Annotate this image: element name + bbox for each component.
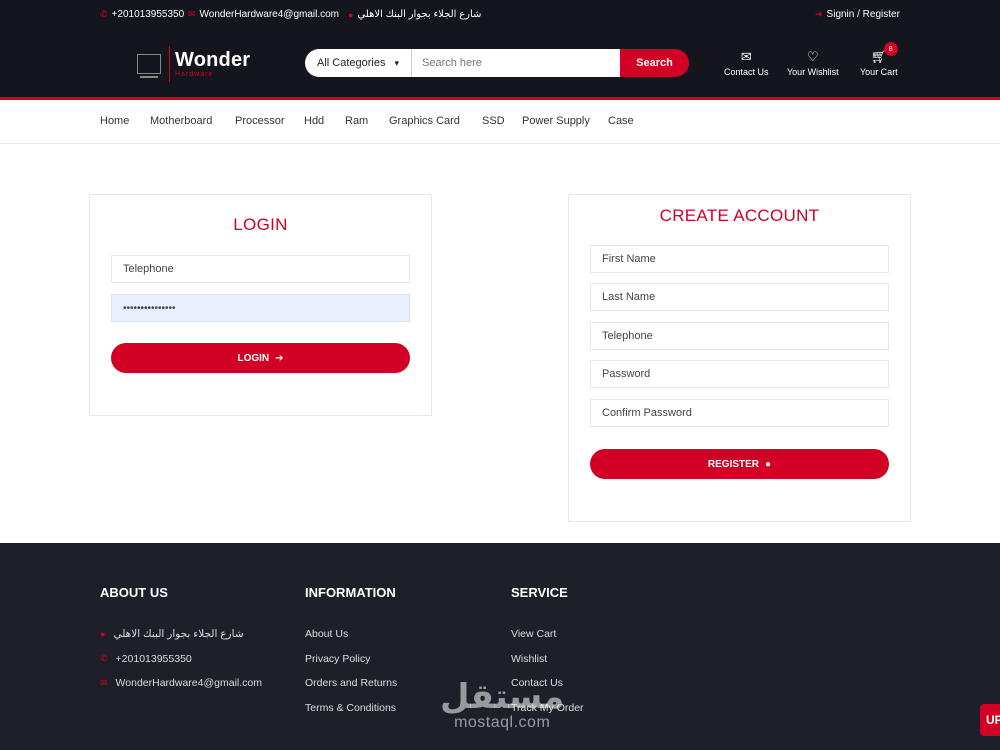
cart-count-badge: 8 [883, 42, 898, 56]
login-title: LOGIN [233, 215, 288, 234]
footer-phone-text: +201013955350 [115, 652, 192, 665]
nav-item-ram[interactable]: Ram [345, 115, 368, 127]
envelope-icon: ✉ [188, 9, 196, 19]
register-button-label: REGISTER [707, 458, 760, 470]
wishlist-label: Your Wishlist [787, 67, 839, 77]
footer-address-text: شارع الجلاء بجوار البنك الاهلي [113, 628, 244, 641]
category-nav: Home Motherboard Processor Hdd Ram Graph… [0, 100, 1000, 144]
contact-us-link[interactable]: ✉ Contact Us [724, 49, 769, 77]
envelope-icon: ✉ [740, 49, 752, 64]
last-name-field[interactable]: Last Name [590, 283, 889, 311]
login-button[interactable]: LOGIN ➔ [111, 343, 410, 373]
footer-address: ● شارع الجلاء بجوار البنك الاهلي [100, 622, 262, 647]
footer-about-title: ABOUT US [100, 585, 168, 600]
footer-email-text: WonderHardware4@gmail.com [115, 677, 262, 690]
cart-label: Your Cart [860, 67, 898, 77]
nav-item-case[interactable]: Case [608, 115, 634, 127]
laptop-logo-icon [137, 54, 161, 78]
heart-icon: ♡ [807, 49, 819, 64]
chevron-down-icon: ▾ [394, 57, 399, 68]
signin-register-link[interactable]: ➜ Signin / Register [815, 9, 900, 20]
category-select-value: All Categories [317, 57, 386, 69]
register-telephone-field[interactable]: Telephone [590, 322, 889, 350]
footer-information: INFORMATION About Us Privacy Policy Orde… [305, 585, 397, 720]
footer-link-view-cart[interactable]: View Cart [511, 622, 584, 647]
wishlist-link[interactable]: ♡ Your Wishlist [787, 49, 839, 77]
cart-link[interactable]: 🛒︎ Your Cart 8 [860, 42, 898, 77]
search-bar: All Categories ▾ Search [305, 49, 689, 77]
logo-subtext: Hardware [175, 71, 214, 78]
nav-item-home[interactable]: Home [100, 115, 129, 127]
nav-item-processor[interactable]: Processor [235, 115, 285, 127]
footer-about: ABOUT US ● شارع الجلاء بجوار البنك الاهل… [100, 585, 262, 696]
topbar-address-text: شارع الجلاء بجوار البنك الاهلي [357, 9, 482, 20]
mostaql-watermark: مستقل mostaql.com [440, 680, 564, 732]
envelope-icon: ✉ [100, 677, 108, 688]
category-select[interactable]: All Categories ▾ [305, 49, 412, 77]
login-button-label: LOGIN [237, 352, 270, 364]
nav-item-graphics-card[interactable]: Graphics Card [389, 115, 460, 127]
topbar-phone: ✆ +201013955350 [100, 9, 184, 20]
footer-link-about-us[interactable]: About Us [305, 622, 397, 647]
topbar-address: ● شارع الجلاء بجوار البنك الاهلي [348, 9, 481, 20]
footer-phone: ✆ +201013955350 [100, 647, 262, 672]
logo-divider [169, 46, 170, 82]
signin-icon: ➜ [815, 9, 823, 19]
footer-link-orders-returns[interactable]: Orders and Returns [305, 671, 397, 696]
login-telephone-field[interactable]: Telephone [111, 255, 410, 283]
topbar-email-text: WonderHardware4@gmail.com [199, 9, 340, 20]
footer-link-privacy-policy[interactable]: Privacy Policy [305, 647, 397, 672]
scroll-up-button[interactable]: UP [980, 704, 1000, 736]
footer-service-title: SERVICE [511, 585, 568, 600]
search-button[interactable]: Search [620, 49, 689, 77]
site-logo[interactable]: Wonder Hardware [137, 46, 250, 82]
footer-information-title: INFORMATION [305, 585, 396, 600]
register-button[interactable]: REGISTER ● [590, 449, 889, 479]
register-title: CREATE ACCOUNT [659, 206, 820, 225]
logo-text: Wonder [175, 49, 251, 71]
sign-in-icon: ➔ [275, 352, 284, 364]
contact-us-label: Contact Us [724, 67, 769, 77]
footer-email: ✉ WonderHardware4@gmail.com [100, 671, 262, 696]
footer-link-wishlist[interactable]: Wishlist [511, 647, 584, 672]
signin-register-text: Signin / Register [826, 9, 900, 20]
top-bar: ✆ +201013955350 ✉ WonderHardware4@gmail.… [0, 0, 1000, 28]
nav-item-motherboard[interactable]: Motherboard [150, 115, 212, 127]
nav-item-power-supply[interactable]: Power Supply [522, 115, 590, 127]
topbar-phone-text: +201013955350 [111, 9, 185, 20]
footer-link-terms[interactable]: Terms & Conditions [305, 696, 397, 721]
user-icon: ● [765, 458, 772, 470]
phone-icon: ✆ [100, 9, 108, 19]
map-marker-icon: ● [348, 9, 354, 20]
watermark-latin: mostaql.com [454, 714, 551, 731]
watermark-arabic: مستقل [440, 678, 565, 716]
first-name-field[interactable]: First Name [590, 245, 889, 273]
map-marker-icon: ● [100, 629, 106, 640]
topbar-email: ✉ WonderHardware4@gmail.com [188, 9, 339, 20]
nav-item-hdd[interactable]: Hdd [304, 115, 324, 127]
register-password-field[interactable]: Password [590, 360, 889, 388]
nav-item-ssd[interactable]: SSD [482, 115, 505, 127]
search-input[interactable] [412, 49, 620, 77]
phone-icon: ✆ [100, 653, 108, 664]
confirm-password-field[interactable]: Confirm Password [590, 399, 889, 427]
login-password-field[interactable]: ••••••••••••••• [111, 294, 410, 322]
